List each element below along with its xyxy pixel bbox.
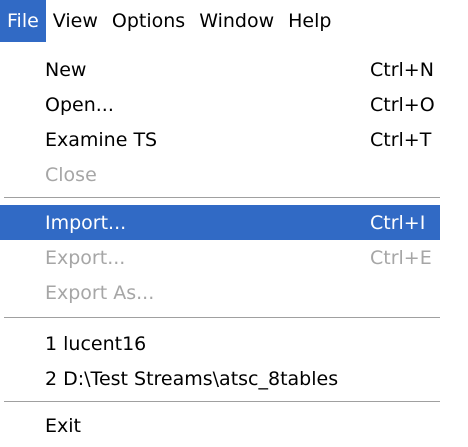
- menu-help[interactable]: Help: [281, 0, 338, 42]
- file-dropdown-menu: New Ctrl+N Open... Ctrl+O Examine TS Ctr…: [0, 42, 468, 447]
- menu-item-shortcut: Ctrl+T: [370, 128, 432, 151]
- menu-window[interactable]: Window: [192, 0, 281, 42]
- menu-item-shortcut: Ctrl+I: [370, 211, 426, 234]
- menu-item-label: Exit: [45, 414, 81, 437]
- menu-bar: File View Options Window Help: [0, 0, 468, 42]
- menu-item-shortcut: Ctrl+N: [370, 58, 434, 81]
- menu-file[interactable]: File: [0, 0, 46, 42]
- menu-item-export: Export... Ctrl+E: [0, 240, 440, 275]
- menu-separator: [4, 197, 440, 199]
- menu-view[interactable]: View: [46, 0, 105, 42]
- menu-item-label: Import...: [45, 211, 127, 234]
- menu-item-shortcut: Ctrl+E: [370, 246, 432, 269]
- menu-item-import[interactable]: Import... Ctrl+I: [0, 205, 440, 240]
- menu-separator: [4, 401, 440, 403]
- menu-item-recent-1[interactable]: 1 lucent16: [0, 326, 440, 361]
- menu-item-exit[interactable]: Exit: [0, 408, 440, 443]
- menu-item-export-as: Export As...: [0, 275, 440, 310]
- menu-item-examine-ts[interactable]: Examine TS Ctrl+T: [0, 122, 440, 157]
- menu-item-new[interactable]: New Ctrl+N: [0, 52, 440, 87]
- menu-item-label: Examine TS: [45, 128, 158, 151]
- menu-item-label: 1 lucent16: [45, 332, 147, 355]
- menu-item-label: 2 D:\Test Streams\atsc_8tables: [45, 367, 339, 390]
- menu-item-recent-2[interactable]: 2 D:\Test Streams\atsc_8tables: [0, 361, 440, 396]
- menu-options[interactable]: Options: [105, 0, 192, 42]
- menu-item-label: Close: [45, 163, 97, 186]
- menu-separator: [4, 317, 440, 319]
- menu-item-label: Open...: [45, 93, 114, 116]
- menu-item-label: New: [45, 58, 87, 81]
- menu-item-shortcut: Ctrl+O: [370, 93, 435, 116]
- menu-item-label: Export...: [45, 246, 126, 269]
- menu-item-open[interactable]: Open... Ctrl+O: [0, 87, 440, 122]
- menu-item-label: Export As...: [45, 281, 155, 304]
- menu-item-close: Close: [0, 157, 440, 192]
